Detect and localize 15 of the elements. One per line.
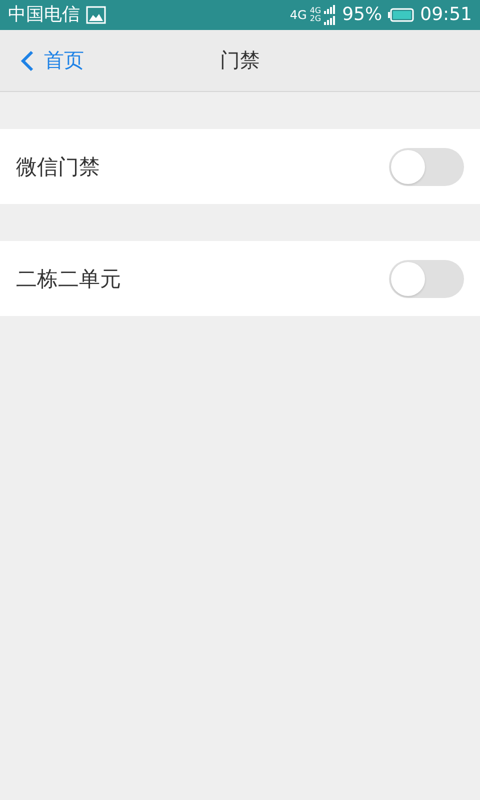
toggle-switch[interactable] xyxy=(389,148,464,186)
page-title: 门禁 xyxy=(220,47,260,74)
back-button[interactable]: 首页 xyxy=(0,47,84,74)
toggle-switch[interactable] xyxy=(389,260,464,298)
setting-label: 微信门禁 xyxy=(16,154,100,180)
signal-icon xyxy=(324,5,336,25)
battery-percent: 95% xyxy=(342,6,382,24)
setting-label: 二栋二单元 xyxy=(16,266,121,292)
network-type: 2G xyxy=(310,15,322,23)
network-type: 4G xyxy=(310,7,322,15)
image-icon xyxy=(86,6,106,24)
carrier-name: 中国电信 xyxy=(8,6,80,24)
battery-icon xyxy=(388,8,414,22)
network-type: 4G xyxy=(290,9,307,21)
clock: 09:51 xyxy=(420,6,472,24)
